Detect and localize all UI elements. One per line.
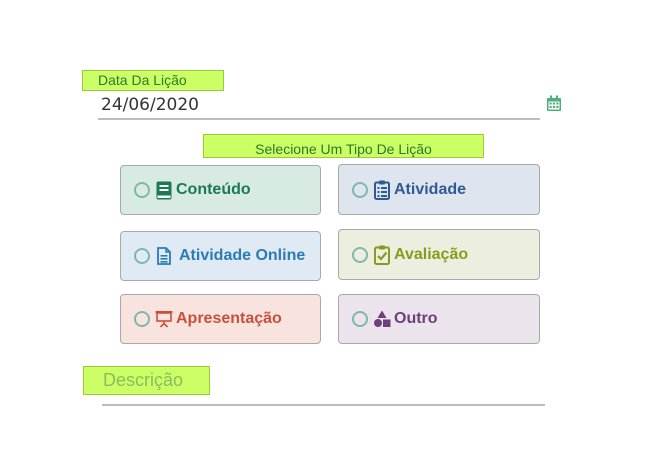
lesson-type-option-atividade-online[interactable]: Atividade Online <box>120 231 321 281</box>
lesson-type-option-atividade[interactable]: Atividade <box>338 164 540 215</box>
date-input[interactable]: 24/06/2020 <box>101 95 199 115</box>
calendar-icon[interactable] <box>546 95 562 112</box>
lesson-type-option-label: Apresentação <box>176 310 282 327</box>
lesson-type-option-label: Conteúdo <box>176 181 251 198</box>
lesson-form: Data Da Lição 24/06/2020 Selecione Um Ti… <box>0 0 661 452</box>
presentation-icon <box>155 309 173 329</box>
radio-button[interactable] <box>134 311 150 327</box>
radio-button[interactable] <box>352 181 368 198</box>
lesson-type-option-avaliacao[interactable]: Avaliação <box>338 229 540 280</box>
radio-button[interactable] <box>134 248 150 264</box>
description-input[interactable]: Descrição <box>83 366 210 395</box>
radio-button[interactable] <box>134 182 150 198</box>
date-field-label: Data Da Lição <box>82 70 224 91</box>
radio-button[interactable] <box>352 311 368 327</box>
description-input-underline <box>102 404 545 406</box>
lesson-type-option-label: Avaliação <box>394 245 469 263</box>
lesson-type-option-label: Outro <box>394 310 438 327</box>
radio-button[interactable] <box>352 246 368 263</box>
clipboard-check-icon <box>373 245 391 265</box>
date-input-underline <box>98 118 540 120</box>
document-icon <box>155 246 173 266</box>
lesson-type-option-outro[interactable]: Outro <box>338 294 540 344</box>
lesson-type-label: Selecione Um Tipo De Lição <box>203 134 484 158</box>
clipboard-list-icon <box>373 180 391 200</box>
lesson-type-option-label: Atividade Online <box>179 247 306 264</box>
shapes-icon <box>373 309 391 329</box>
lesson-type-option-label: Atividade <box>394 180 467 198</box>
lesson-type-option-conteudo[interactable]: Conteúdo <box>120 165 321 215</box>
book-icon <box>155 180 173 200</box>
lesson-type-option-apresentacao[interactable]: Apresentação <box>120 294 321 344</box>
